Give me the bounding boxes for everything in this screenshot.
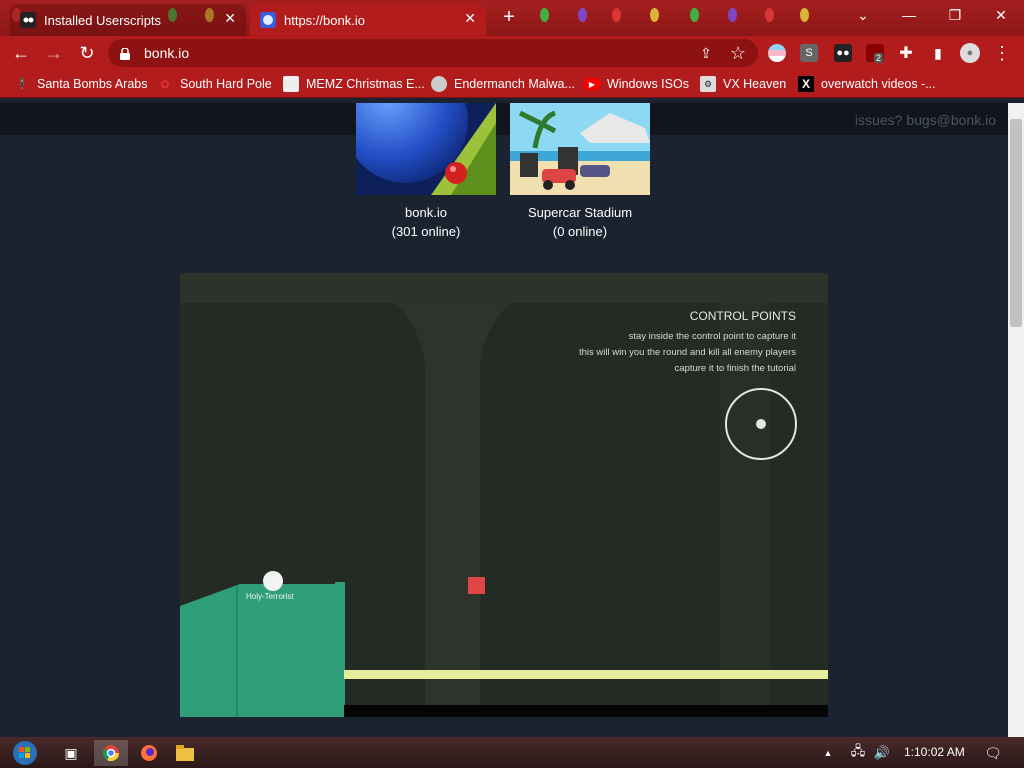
game-canvas[interactable]: CONTROL POINTS stay inside the control p… [180,273,828,717]
bookmark-label: MEMZ Christmas E... [306,77,425,91]
player-name: Holy-Terrorist [246,592,294,601]
tab-title: https://bonk.io [284,12,365,28]
tab-bonk[interactable]: https://bonk.io ✕ [250,4,486,36]
raccoon-icon [431,76,447,92]
bonk-favicon-icon [260,12,276,28]
christmas-light-icon [612,8,621,22]
page-icon [283,76,299,92]
new-tab-button[interactable]: + [498,6,520,28]
start-button[interactable] [8,740,42,766]
share-icon[interactable]: ⇪ [694,41,718,65]
santa-icon: 🕴 [14,77,30,91]
game-card-bonk[interactable]: bonk.io (301 online) [356,103,496,241]
side-panel-icon[interactable]: ▮ [926,41,950,65]
christmas-light-icon [650,8,659,22]
network-icon[interactable]: 🖧 [846,740,870,766]
game-name: Supercar Stadium [527,205,633,220]
game-name: bonk.io [405,205,447,220]
tutorial-title: CONTROL POINTS [689,309,796,323]
bookmarks-bar: 🕴 Santa Bombs Arabs ✿ South Hard Pole ME… [0,70,1024,98]
christmas-light-icon [578,8,587,22]
floor [344,705,828,717]
forward-button[interactable]: → [42,41,66,65]
bookmark-santa-bombs-arabs[interactable]: 🕴 Santa Bombs Arabs [14,74,148,94]
scrollbar-thumb[interactable] [1010,119,1022,327]
flower-icon: ✿ [159,77,171,91]
control-point-center [756,419,766,429]
supercar-thumbnail [510,103,650,195]
restore-button[interactable]: ❐ [932,0,978,30]
bookmark-label: South Hard Pole [180,77,272,91]
extensions-puzzle-icon[interactable]: ✚ [894,41,918,65]
control-point-circle [725,388,797,460]
yellow-platform [344,670,828,679]
notifications-icon[interactable]: 🗨 [980,740,1006,766]
tutorial-line: capture it to finish the tutorial [674,363,796,374]
tutorial-line: stay inside the control point to capture… [628,331,796,342]
profile-avatar-icon[interactable]: ● [960,43,980,63]
tutorial-line: this will win you the round and kill all… [578,347,796,358]
bookmark-endermanch-malware[interactable]: Endermanch Malwa... [431,74,575,94]
bookmark-label: VX Heaven [723,77,787,91]
christmas-light-icon [728,8,737,22]
firefox-taskbar-icon[interactable] [132,740,166,766]
tampermonkey-extension-icon[interactable]: ●● [834,44,852,62]
back-button[interactable]: ← [9,41,33,65]
bookmark-windows-isos[interactable]: ▶ Windows ISOs [584,74,689,94]
windows-logo-icon [13,741,37,765]
volume-icon[interactable]: 🔊 [870,740,894,766]
bookmark-memz-christmas[interactable]: MEMZ Christmas E... [283,74,425,94]
menu-kebab-icon[interactable]: ⋮ [990,41,1014,65]
reload-button[interactable]: ↻ [75,41,99,65]
christmas-light-icon [540,8,549,22]
bonk-thumbnail [356,103,496,195]
bookmark-overwatch-videos[interactable]: X overwatch videos -... [798,74,936,94]
bookmark-south-hard-pole[interactable]: ✿ South Hard Pole [157,74,272,94]
close-tab-icon[interactable]: ✕ [464,10,476,27]
chrome-taskbar-icon[interactable] [94,740,128,766]
x-icon: X [798,76,814,92]
address-text: bonk.io [144,45,190,61]
vx-icon: ⚙ [700,76,716,92]
christmas-light-icon [765,8,774,22]
red-block [468,577,485,594]
address-bar[interactable]: bonk.io [108,39,758,67]
christmas-light-icon [690,8,699,22]
tab-installed-userscripts[interactable]: Installed Userscripts ✕ [10,4,246,36]
tab-title: Installed Userscripts [44,12,162,28]
extension-badge: 2 [874,53,884,63]
bookmark-label: Windows ISOs [607,77,689,91]
game-online-count: (0 online) [552,224,608,239]
tampermonkey-icon [20,12,36,28]
windows-taskbar: ▣ ▲ 🖧 🔊 1:10:02 AM 🗨 [0,737,1024,768]
show-hidden-icons-icon[interactable]: ▲ [820,740,836,766]
game-card-supercar-stadium[interactable]: Supercar Stadium (0 online) [510,103,650,241]
close-window-button[interactable]: ✕ [978,0,1024,30]
file-explorer-icon[interactable] [168,740,202,766]
youtube-icon: ▶ [584,78,600,90]
bonk-page: issues? bugs@bonk.io bonk.io (301 online… [0,103,1008,737]
contact-link[interactable]: issues? bugs@bonk.io [855,112,996,128]
tab-strip: Installed Userscripts ✕ https://bonk.io … [0,0,1024,36]
lock-icon [120,47,130,60]
taskbar-clock[interactable]: 1:10:02 AM [904,745,965,759]
tab-search-button[interactable]: ⌄ [840,0,886,30]
close-tab-icon[interactable]: ✕ [224,10,236,27]
flag-extension-icon[interactable] [768,44,786,62]
bookmark-label: Endermanch Malwa... [454,77,575,91]
stylus-extension-icon[interactable]: S [800,44,818,62]
christmas-light-icon [800,8,809,22]
player-ball [263,571,283,591]
bookmark-star-icon[interactable]: ☆ [726,41,750,65]
bookmark-vx-heaven[interactable]: ⚙ VX Heaven [700,74,786,94]
ublock-extension-icon[interactable]: 2 [866,44,884,63]
task-view-icon[interactable]: ▣ [54,740,88,766]
browser-toolbar: ← → ↻ bonk.io ⇪ ☆ S ●● 2 ✚ ▮ ● ⋮ [0,36,1024,70]
game-online-count: (301 online) [391,224,461,239]
bookmark-label: Santa Bombs Arabs [37,77,148,91]
minimize-button[interactable]: — [886,0,932,30]
bookmark-label: overwatch videos -... [821,77,936,91]
